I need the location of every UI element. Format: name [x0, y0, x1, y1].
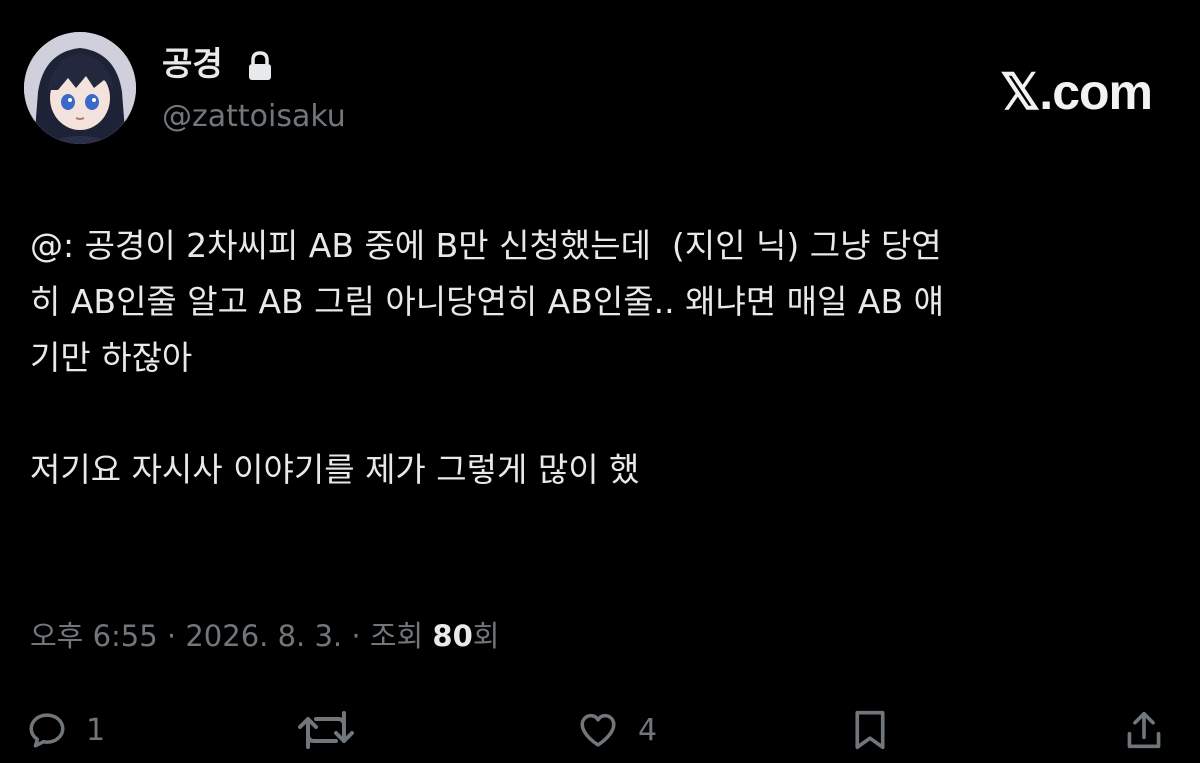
heart-icon	[580, 713, 616, 747]
bookmark-button[interactable]	[850, 700, 890, 760]
tweet-text-line: 기만 하잖아	[30, 338, 193, 377]
tweet-meta: 오후 6:55 · 2026. 8. 3. · 조회 80회	[30, 614, 499, 658]
user-handle[interactable]: @zattoisaku	[162, 97, 346, 137]
meta-separator: ·	[342, 619, 370, 653]
tweet-text: @: 공경이 2차씨피 AB 중에 B만 신청했는데 (지인 닉) 그냥 당연 …	[30, 218, 1170, 498]
meta-separator: ·	[157, 619, 186, 653]
avatar[interactable]	[24, 32, 136, 144]
retweet-icon	[298, 711, 354, 749]
display-name[interactable]: 공경	[162, 44, 223, 84]
post-time[interactable]: 오후 6:55	[30, 619, 158, 653]
bookmark-icon	[855, 710, 885, 750]
brand-logo: 𝕏.com	[1000, 64, 1153, 120]
retweet-button[interactable]	[296, 700, 380, 760]
tweet-text-line: 저기요 자시사 이야기를 제가 그렇게 많이 했	[30, 450, 640, 489]
tweet-text-line: 히 AB인줄 알고 AB 그림 아니당연히 AB인줄.. 왜냐면 매일 AB 얘	[30, 282, 944, 321]
post-date[interactable]: 2026. 8. 3.	[185, 619, 342, 653]
views-label: 조회	[369, 619, 433, 653]
like-count: 4	[638, 712, 658, 748]
reply-button[interactable]: 1	[26, 700, 105, 760]
reply-icon	[29, 713, 65, 748]
share-button[interactable]	[1124, 700, 1164, 760]
reply-count: 1	[86, 712, 106, 748]
lock-icon	[246, 50, 274, 82]
share-icon	[1127, 711, 1161, 749]
views-suffix: 회	[472, 619, 500, 653]
tweet-text-line: @: 공경이 2차씨피 AB 중에 B만 신청했는데 (지인 닉) 그냥 당연	[30, 226, 942, 265]
action-bar: 1 4	[0, 700, 1200, 760]
like-button[interactable]: 4	[576, 700, 657, 760]
views-count: 80	[432, 619, 473, 653]
anime-avatar-image	[24, 32, 136, 144]
